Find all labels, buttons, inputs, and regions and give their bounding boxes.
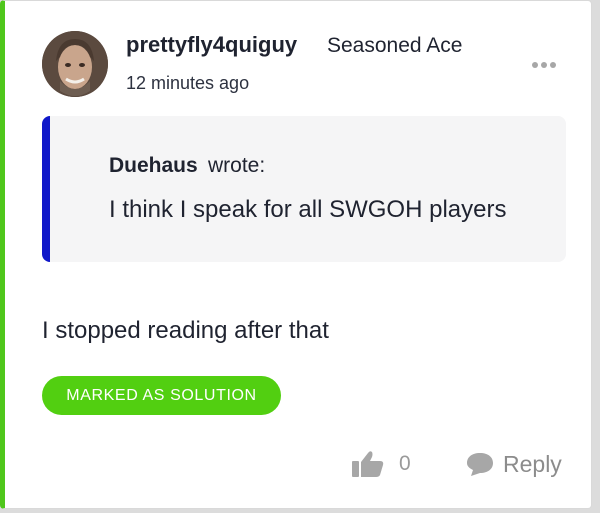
user-rank: Seasoned Ace: [327, 34, 463, 57]
quote-text: I think I speak for all SWGOH players: [109, 196, 507, 223]
quote-wrote-label: wrote:: [208, 154, 266, 177]
username-link[interactable]: prettyfly4quiguy: [126, 32, 297, 58]
post-timestamp: 12 minutes ago: [126, 73, 250, 93]
like-count: 0: [399, 452, 411, 475]
quote-block: Duehaus wrote: I think I speak for all S…: [42, 116, 566, 262]
marked-as-solution-badge: MARKED AS SOLUTION: [42, 376, 281, 415]
avatar-image: [42, 31, 108, 97]
more-options-icon[interactable]: [527, 54, 561, 76]
post-body: I stopped reading after that: [42, 317, 329, 344]
dot: [532, 62, 538, 68]
thumbs-up-icon[interactable]: [351, 449, 385, 479]
reply-button[interactable]: Reply: [465, 447, 562, 481]
reply-label: Reply: [503, 450, 562, 477]
forum-post-card: prettyfly4quiguy Seasoned Ace 12 minutes…: [0, 0, 592, 509]
dot: [541, 62, 547, 68]
avatar[interactable]: [42, 31, 108, 97]
speech-bubble-icon: [467, 453, 493, 476]
quote-author: Duehaus: [109, 154, 198, 177]
dot: [550, 62, 556, 68]
